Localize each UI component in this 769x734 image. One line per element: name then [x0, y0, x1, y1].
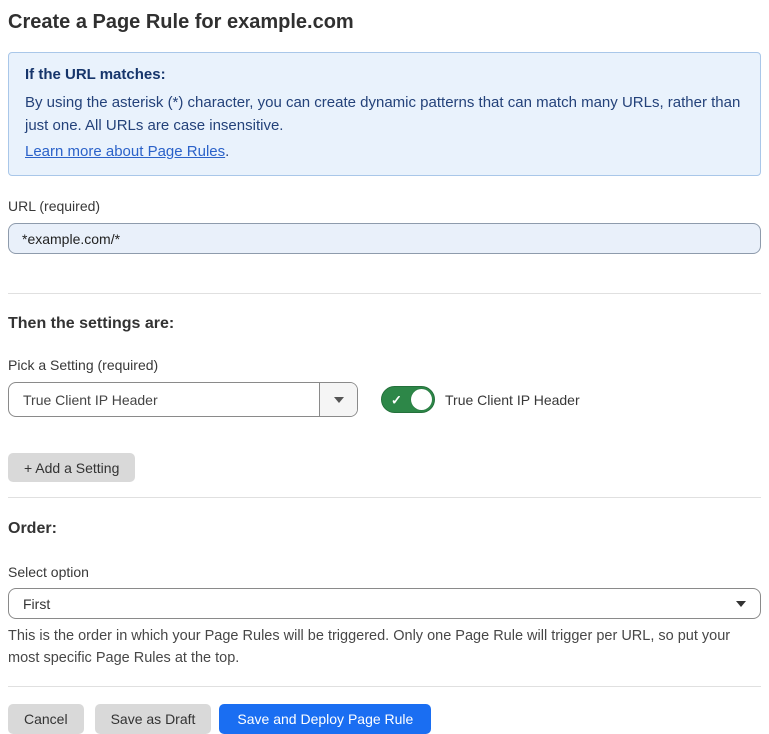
- setting-select[interactable]: True Client IP Header: [8, 382, 358, 417]
- divider: [8, 497, 761, 498]
- setting-picker-label: Pick a Setting (required): [8, 357, 761, 374]
- order-section-heading: Order:: [8, 519, 761, 538]
- info-box-body: By using the asterisk (*) character, you…: [25, 91, 744, 137]
- divider: [8, 686, 761, 687]
- setting-select-value: True Client IP Header: [9, 383, 319, 416]
- order-help-text: This is the order in which your Page Rul…: [8, 626, 761, 669]
- url-input[interactable]: [8, 223, 761, 254]
- url-label: URL (required): [8, 198, 761, 215]
- save-draft-button[interactable]: Save as Draft: [95, 704, 212, 734]
- order-select[interactable]: First: [8, 588, 761, 619]
- info-box-heading: If the URL matches:: [25, 64, 744, 86]
- info-box-link-line: Learn more about Page Rules.: [25, 140, 744, 163]
- save-deploy-button[interactable]: Save and Deploy Page Rule: [219, 704, 431, 734]
- order-select-label: Select option: [8, 564, 761, 581]
- order-select-value: First: [23, 596, 736, 612]
- link-suffix: .: [225, 143, 229, 160]
- check-icon: ✓: [391, 393, 402, 406]
- setting-select-arrow-button[interactable]: [319, 383, 357, 416]
- footer-actions: Cancel Save as Draft Save and Deploy Pag…: [8, 704, 761, 734]
- url-match-info-box: If the URL matches: By using the asteris…: [8, 52, 761, 176]
- setting-picker-row: True Client IP Header ✓ True Client IP H…: [8, 382, 761, 417]
- toggle-label: True Client IP Header: [445, 392, 580, 408]
- add-setting-button[interactable]: + Add a Setting: [8, 453, 135, 482]
- chevron-down-icon: [334, 397, 344, 403]
- caret-down-icon: [736, 601, 746, 607]
- cancel-button[interactable]: Cancel: [8, 704, 84, 734]
- divider: [8, 293, 761, 294]
- toggle-knob: [411, 389, 432, 410]
- setting-toggle[interactable]: ✓: [381, 386, 435, 413]
- page-title: Create a Page Rule for example.com: [8, 8, 761, 36]
- create-page-rule-form: Create a Page Rule for example.com If th…: [0, 0, 769, 708]
- settings-section-heading: Then the settings are:: [8, 314, 761, 333]
- learn-more-link[interactable]: Learn more about Page Rules: [25, 143, 225, 160]
